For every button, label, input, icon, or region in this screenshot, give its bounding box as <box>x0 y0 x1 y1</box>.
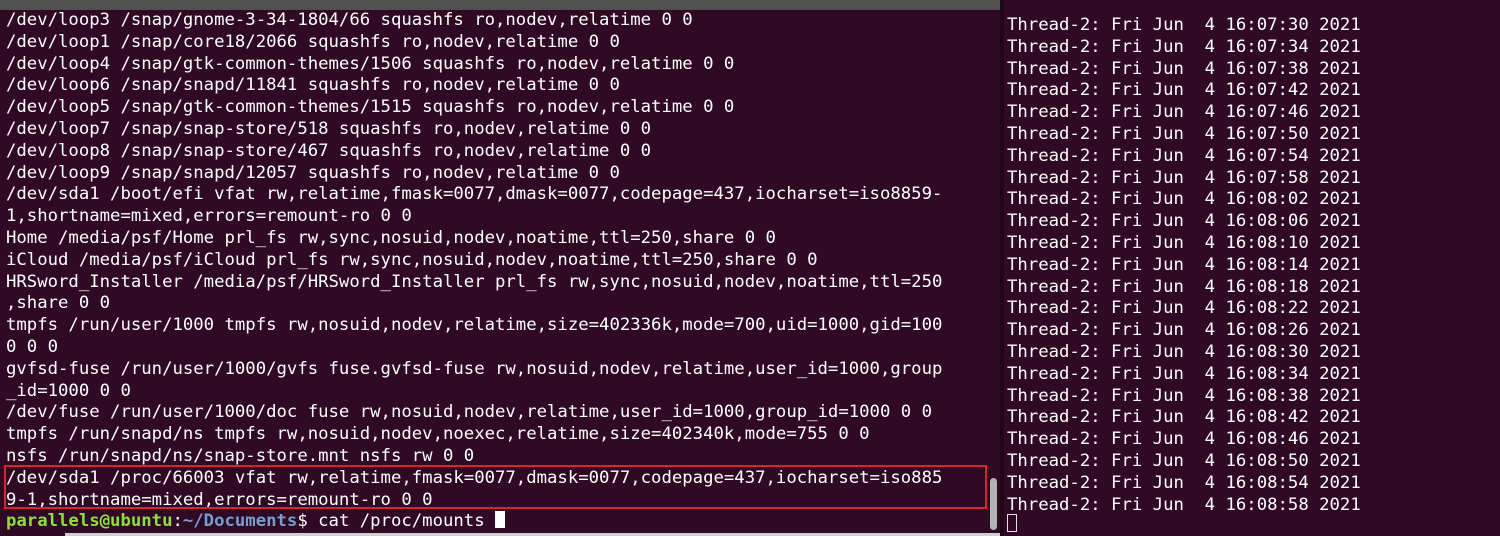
terminal-cursor <box>495 511 506 529</box>
prompt-symbol: $ <box>297 511 319 532</box>
output-line: nsfs /run/snapd/ns/snap-store.mnt nsfs r… <box>6 445 475 466</box>
thread-line: Thread-2: Fri Jun 4 16:07:58 2021 <box>1007 167 1361 188</box>
output-line: tmpfs /run/user/1000 tmpfs rw,nosuid,nod… <box>6 315 943 336</box>
thread-line: Thread-2: Fri Jun 4 16:08:02 2021 <box>1007 189 1361 210</box>
output-line: ,share 0 0 <box>6 293 111 314</box>
output-line: 9-1,shortname=mixed,errors=remount-ro 0 … <box>6 489 433 510</box>
output-line: /dev/sda1 /proc/66003 vfat rw,relatime,f… <box>6 467 943 488</box>
output-line: Home /media/psf/Home prl_fs rw,sync,nosu… <box>6 227 776 248</box>
thread-line: Thread-2: Fri Jun 4 16:08:06 2021 <box>1007 211 1361 232</box>
terminal-top-bar <box>0 0 1000 10</box>
output-line: _id=1000 0 0 <box>6 380 131 401</box>
right-terminal-pane[interactable]: Thread-2: Fri Jun 4 16:07:30 2021 Thread-… <box>1004 0 1500 536</box>
thread-line: Thread-2: Fri Jun 4 16:08:46 2021 <box>1007 429 1361 450</box>
output-line: /dev/fuse /run/user/1000/doc fuse rw,nos… <box>6 402 932 423</box>
output-line: /dev/loop5 /snap/gtk-common-themes/1515 … <box>6 97 735 118</box>
terminal-cursor <box>1007 514 1017 532</box>
output-line: /dev/loop9 /snap/snapd/12057 squashfs ro… <box>6 162 620 183</box>
output-line: /dev/loop3 /snap/gnome-3-34-1804/66 squa… <box>6 10 693 30</box>
thread-line: Thread-2: Fri Jun 4 16:08:22 2021 <box>1007 298 1361 319</box>
prompt-user-host: parallels@ubuntu <box>6 511 173 532</box>
output-line: /dev/loop7 /snap/snap-store/518 squashfs… <box>6 118 652 139</box>
thread-line: Thread-2: Fri Jun 4 16:07:46 2021 <box>1007 102 1361 123</box>
thread-line: Thread-2: Fri Jun 4 16:08:34 2021 <box>1007 363 1361 384</box>
prompt-path: ~/Documents <box>182 511 298 532</box>
prompt-separator: : <box>172 511 183 532</box>
output-line: /dev/loop1 /snap/core18/2066 squashfs ro… <box>6 31 620 52</box>
output-line: /dev/sda1 /boot/efi vfat rw,relatime,fma… <box>6 184 943 205</box>
output-line: iCloud /media/psf/iCloud prl_fs rw,sync,… <box>6 249 818 270</box>
output-line: /dev/loop8 /snap/snap-store/467 squashfs… <box>6 140 652 161</box>
output-line: 0 0 0 <box>6 336 59 357</box>
output-line: tmpfs /run/snapd/ns tmpfs rw,nosuid,node… <box>6 424 870 445</box>
output-line: HRSword_Installer /media/psf/HRSword_Ins… <box>6 271 943 292</box>
thread-line: Thread-2: Fri Jun 4 16:07:30 2021 <box>1007 15 1361 35</box>
thread-line: Thread-2: Fri Jun 4 16:07:38 2021 <box>1007 58 1361 79</box>
terminal-scrollbar[interactable] <box>990 478 997 530</box>
thread-line: Thread-2: Fri Jun 4 16:08:26 2021 <box>1007 320 1361 341</box>
thread-line: Thread-2: Fri Jun 4 16:08:38 2021 <box>1007 385 1361 406</box>
prompt-line[interactable]: parallels@ubuntu:~/Documents$ cat /proc/… <box>6 511 942 533</box>
thread-line: Thread-2: Fri Jun 4 16:08:14 2021 <box>1007 254 1361 275</box>
thread-line: Thread-2: Fri Jun 4 16:08:54 2021 <box>1007 472 1361 493</box>
output-line: /dev/loop6 /snap/snapd/11841 squashfs ro… <box>6 75 620 96</box>
output-line: gvfsd-fuse /run/user/1000/gvfs fuse.gvfs… <box>6 358 943 379</box>
thread-line: Thread-2: Fri Jun 4 16:08:42 2021 <box>1007 407 1361 428</box>
thread-line: Thread-2: Fri Jun 4 16:07:42 2021 <box>1007 80 1361 101</box>
thread-line: Thread-2: Fri Jun 4 16:08:18 2021 <box>1007 276 1361 297</box>
command-text: cat /proc/mounts <box>318 511 485 532</box>
thread-output: Thread-2: Fri Jun 4 16:07:30 2021 Thread-… <box>1007 15 1361 516</box>
thread-line: Thread-2: Fri Jun 4 16:08:30 2021 <box>1007 341 1361 362</box>
thread-line: Thread-2: Fri Jun 4 16:08:50 2021 <box>1007 450 1361 471</box>
terminal-output: /dev/loop3 /snap/gnome-3-34-1804/66 squa… <box>6 10 942 533</box>
thread-line: Thread-2: Fri Jun 4 16:08:10 2021 <box>1007 232 1361 253</box>
thread-line: Thread-2: Fri Jun 4 16:08:58 2021 <box>1007 494 1361 515</box>
left-terminal-pane[interactable]: /dev/loop3 /snap/gnome-3-34-1804/66 squa… <box>0 0 1000 536</box>
output-line: /dev/loop4 /snap/gtk-common-themes/1506 … <box>6 53 735 74</box>
thread-line: Thread-2: Fri Jun 4 16:07:54 2021 <box>1007 145 1361 166</box>
thread-line: Thread-2: Fri Jun 4 16:07:34 2021 <box>1007 36 1361 57</box>
thread-line: Thread-2: Fri Jun 4 16:07:50 2021 <box>1007 123 1361 144</box>
output-line: 1,shortname=mixed,errors=remount-ro 0 0 <box>6 206 412 227</box>
